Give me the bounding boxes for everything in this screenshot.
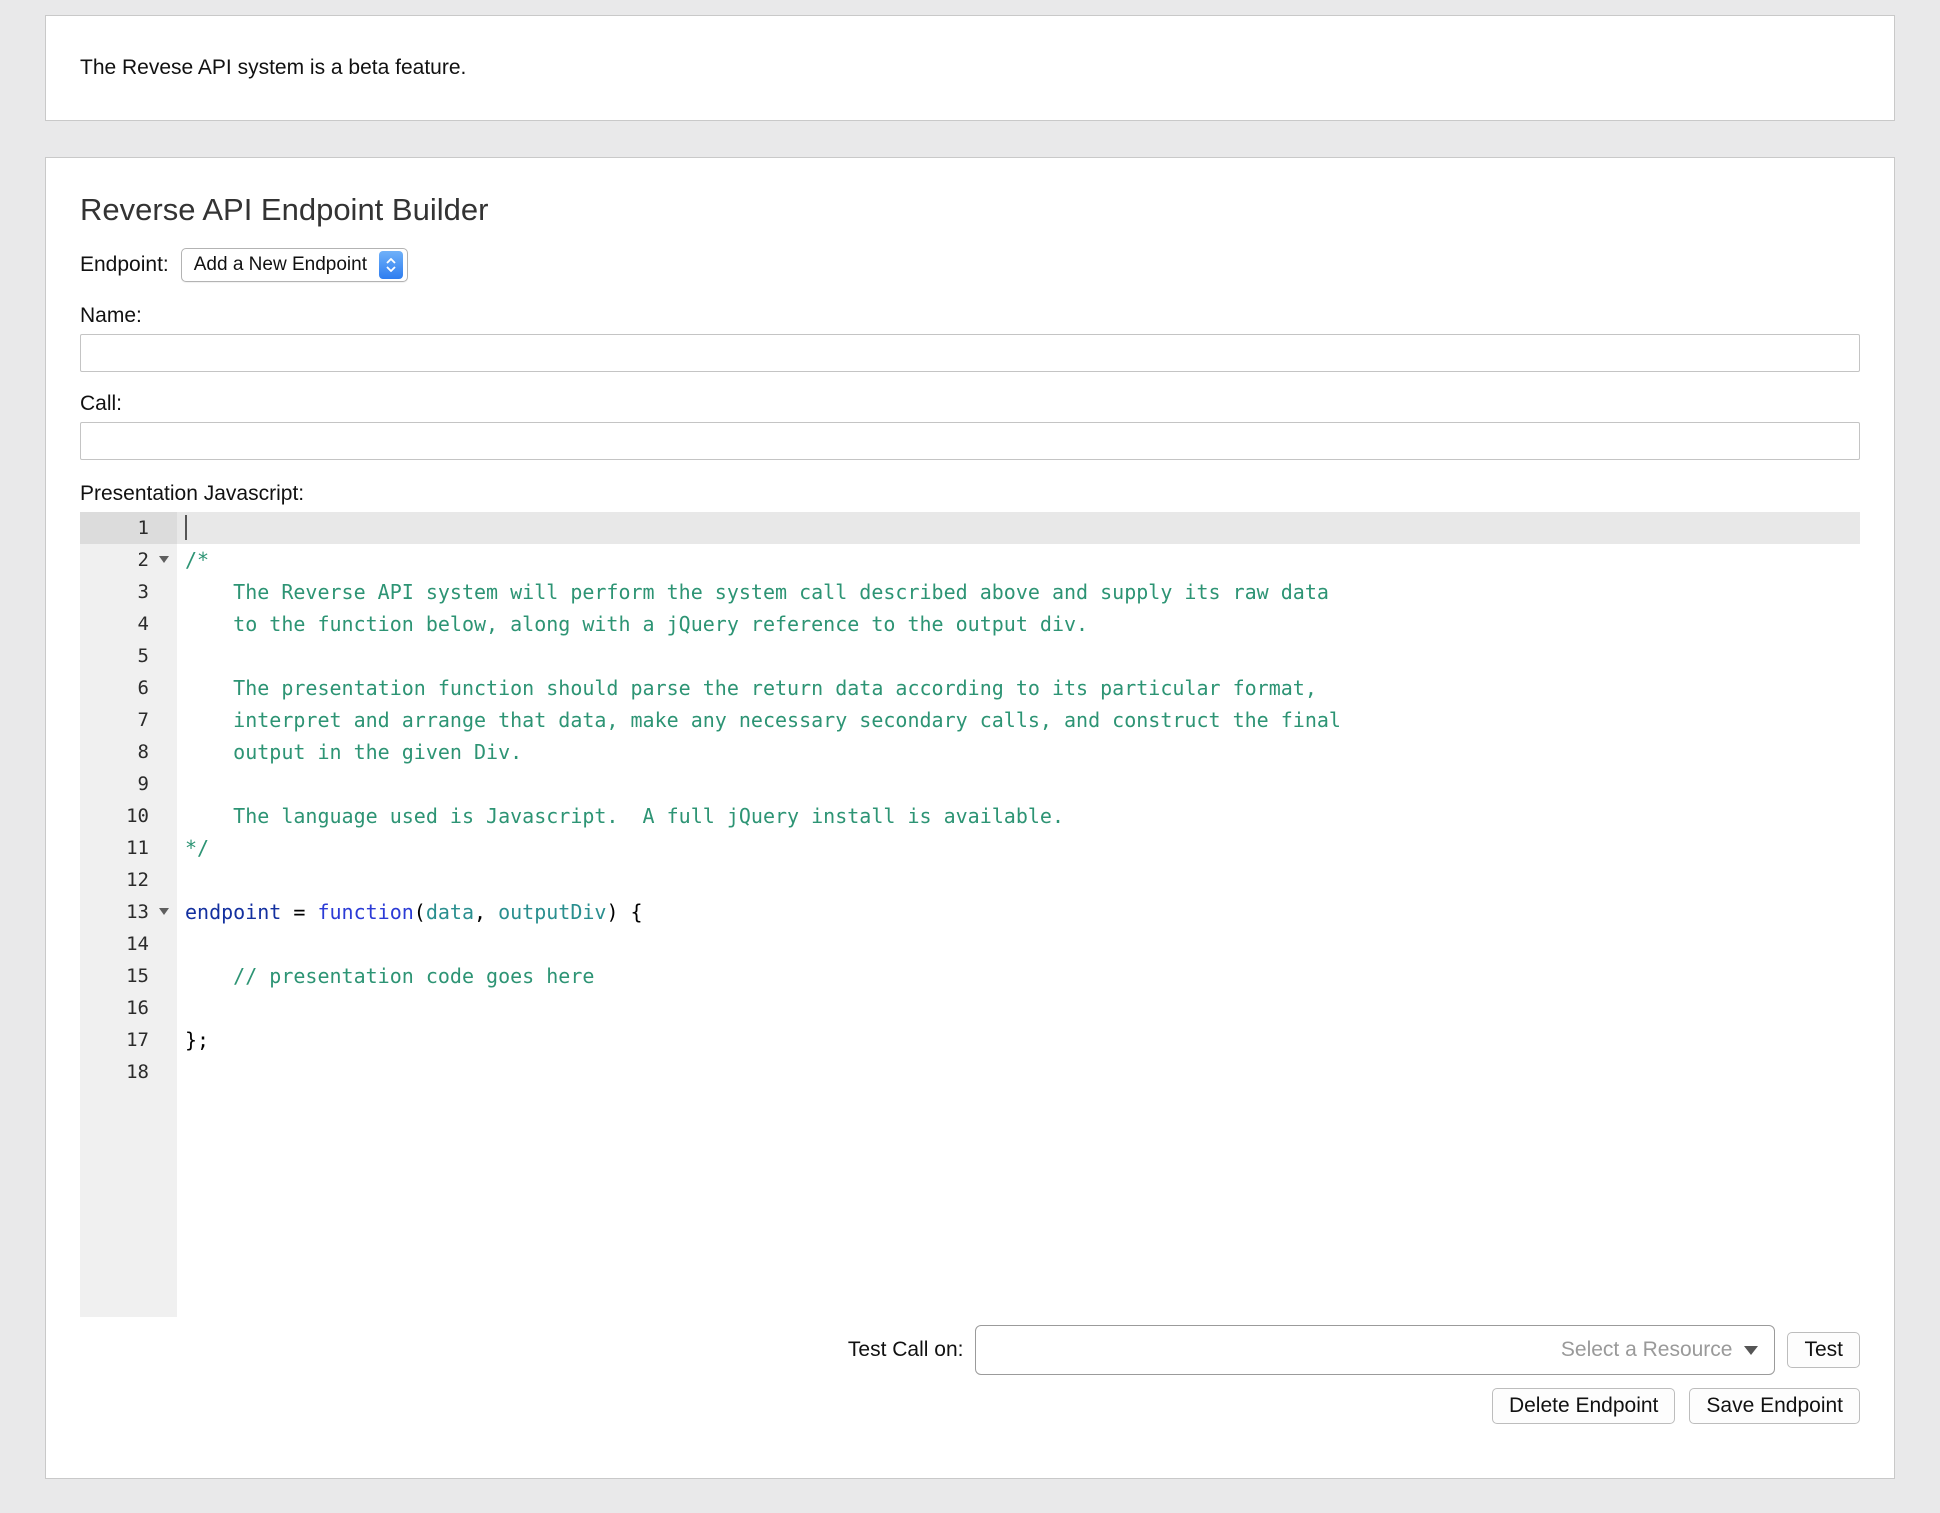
code-line-content: The Reverse API system will perform the …: [177, 576, 1860, 608]
editor-line[interactable]: 4 to the function below, along with a jQ…: [80, 608, 1860, 640]
code-line-content: [177, 992, 1860, 1024]
code-line-content: output in the given Div.: [177, 736, 1860, 768]
line-number: 5: [80, 640, 177, 672]
line-number: 8: [80, 736, 177, 768]
test-call-label: Test Call on:: [848, 1338, 964, 1362]
code-line-content: /*: [177, 544, 1860, 576]
code-line-content: The language used is Javascript. A full …: [177, 800, 1860, 832]
presentation-js-label: Presentation Javascript:: [80, 482, 1860, 506]
editor-line[interactable]: 2/*: [80, 544, 1860, 576]
chevron-up-icon: [386, 258, 396, 264]
code-line-content: [177, 512, 1860, 544]
code-line-content: The presentation function should parse t…: [177, 672, 1860, 704]
code-editor[interactable]: 12/*3 The Reverse API system will perfor…: [80, 512, 1860, 1317]
editor-line[interactable]: 15 // presentation code goes here: [80, 960, 1860, 992]
code-line-content: [177, 640, 1860, 672]
line-number: 15: [80, 960, 177, 992]
code-line-content: [177, 928, 1860, 960]
endpoint-select[interactable]: Add a New Endpoint: [181, 248, 408, 282]
beta-banner: The Revese API system is a beta feature.: [45, 15, 1895, 121]
editor-line[interactable]: 5: [80, 640, 1860, 672]
line-number: 7: [80, 704, 177, 736]
combobox-arrow-icon: [1744, 1346, 1758, 1355]
line-number: 2: [80, 544, 177, 576]
save-endpoint-button[interactable]: Save Endpoint: [1689, 1388, 1860, 1424]
line-number: 1: [80, 512, 177, 544]
delete-endpoint-button[interactable]: Delete Endpoint: [1492, 1388, 1675, 1424]
line-number: 6: [80, 672, 177, 704]
code-line-content: */: [177, 832, 1860, 864]
line-number: 9: [80, 768, 177, 800]
line-number: 16: [80, 992, 177, 1024]
endpoint-select-value: Add a New Endpoint: [194, 254, 367, 276]
endpoint-builder-panel: Reverse API Endpoint Builder Endpoint: A…: [45, 157, 1895, 1479]
fold-arrow-icon[interactable]: [159, 556, 169, 563]
editor-line[interactable]: 8 output in the given Div.: [80, 736, 1860, 768]
text-cursor: [185, 515, 187, 540]
editor-line[interactable]: 12: [80, 864, 1860, 896]
beta-message: The Revese API system is a beta feature.: [80, 56, 466, 80]
editor-line[interactable]: 13endpoint = function(data, outputDiv) {: [80, 896, 1860, 928]
call-input[interactable]: [80, 422, 1860, 460]
line-number: 14: [80, 928, 177, 960]
editor-line[interactable]: 18: [80, 1056, 1860, 1088]
code-line-content: interpret and arrange that data, make an…: [177, 704, 1860, 736]
chevron-down-icon: [386, 266, 396, 272]
name-label: Name:: [80, 304, 1860, 328]
name-input[interactable]: [80, 334, 1860, 372]
editor-line[interactable]: 1: [80, 512, 1860, 544]
line-number: 10: [80, 800, 177, 832]
editor-line[interactable]: 9: [80, 768, 1860, 800]
line-number: 12: [80, 864, 177, 896]
code-line-content: [177, 768, 1860, 800]
code-line-content: to the function below, along with a jQue…: [177, 608, 1860, 640]
line-number: 4: [80, 608, 177, 640]
editor-line[interactable]: 11*/: [80, 832, 1860, 864]
test-button[interactable]: Test: [1787, 1332, 1860, 1368]
editor-line[interactable]: 6 The presentation function should parse…: [80, 672, 1860, 704]
select-stepper[interactable]: [379, 251, 403, 279]
editor-line[interactable]: 14: [80, 928, 1860, 960]
editor-line[interactable]: 17};: [80, 1024, 1860, 1056]
line-number: 3: [80, 576, 177, 608]
editor-line[interactable]: 3 The Reverse API system will perform th…: [80, 576, 1860, 608]
editor-line[interactable]: 10 The language used is Javascript. A fu…: [80, 800, 1860, 832]
code-line-content: // presentation code goes here: [177, 960, 1860, 992]
fold-arrow-icon[interactable]: [159, 908, 169, 915]
editor-line[interactable]: 16: [80, 992, 1860, 1024]
line-number: 17: [80, 1024, 177, 1056]
line-number: 18: [80, 1056, 177, 1088]
code-line-content: [177, 1056, 1860, 1088]
resource-combobox[interactable]: Select a Resource: [975, 1325, 1775, 1375]
endpoint-label: Endpoint:: [80, 253, 169, 277]
code-line-content: [177, 864, 1860, 896]
resource-placeholder: Select a Resource: [1561, 1338, 1733, 1362]
line-number: 11: [80, 832, 177, 864]
code-line-content: };: [177, 1024, 1860, 1056]
code-line-content: endpoint = function(data, outputDiv) {: [177, 896, 1860, 928]
editor-line[interactable]: 7 interpret and arrange that data, make …: [80, 704, 1860, 736]
page-title: Reverse API Endpoint Builder: [80, 192, 1860, 228]
line-number: 13: [80, 896, 177, 928]
call-label: Call:: [80, 392, 1860, 416]
